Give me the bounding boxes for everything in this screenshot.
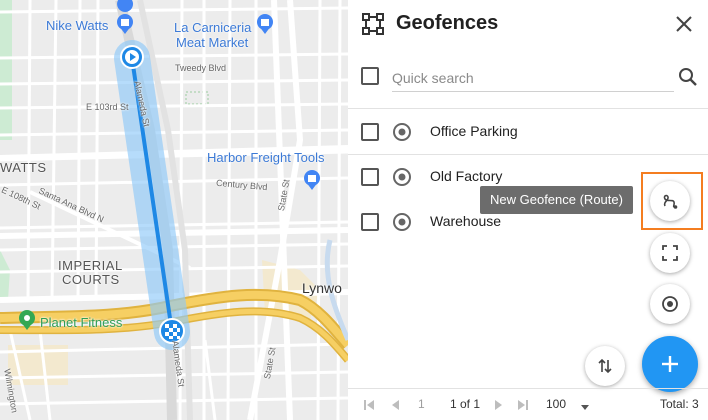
circle-geofence-icon xyxy=(393,168,411,186)
next-page-icon[interactable] xyxy=(492,398,506,412)
new-route-geofence-button[interactable] xyxy=(650,181,690,221)
search-underline xyxy=(392,91,674,92)
fullscreen-button[interactable] xyxy=(650,233,690,273)
search-row xyxy=(348,58,708,98)
total-count: Total: 3 xyxy=(660,397,699,411)
item-checkbox[interactable] xyxy=(361,123,379,141)
route-icon xyxy=(663,194,678,209)
chevron-down-icon[interactable] xyxy=(578,400,592,414)
street-label-e103: E 103rd St xyxy=(86,102,129,112)
circle-geofence-icon xyxy=(393,123,411,141)
street-label-tweedy: Tweedy Blvd xyxy=(175,63,227,73)
target-icon xyxy=(662,296,678,312)
item-checkbox[interactable] xyxy=(361,213,379,231)
panel-title: Geofences xyxy=(396,12,499,34)
new-circle-geofence-button[interactable] xyxy=(650,284,690,324)
route-tooltip: New Geofence (Route) xyxy=(480,186,633,214)
poi-label-planet-fitness: Planet Fitness xyxy=(40,315,123,330)
page-size-select[interactable]: 100 xyxy=(546,397,566,411)
sort-icon xyxy=(598,358,612,374)
city-label-lynwood: Lynwo xyxy=(302,280,342,296)
item-name: Old Factory xyxy=(430,168,503,184)
geofence-polygon-icon xyxy=(362,13,384,35)
quick-search-input[interactable] xyxy=(392,66,668,90)
select-all-checkbox[interactable] xyxy=(361,67,379,85)
panel-header: Geofences xyxy=(348,0,708,50)
search-icon[interactable] xyxy=(678,67,698,87)
footer-divider xyxy=(348,388,708,389)
map-view[interactable]: Nike Watts La Carniceria Meat Market Har… xyxy=(0,0,348,420)
item-name: Warehouse xyxy=(430,213,502,229)
list-item[interactable]: Office Parking xyxy=(348,110,708,154)
close-icon[interactable] xyxy=(674,14,694,34)
poi-label-carniceria-line2: Meat Market xyxy=(176,35,249,50)
add-geofence-button[interactable] xyxy=(642,336,698,392)
poi-label-nike: Nike Watts xyxy=(46,18,109,33)
item-checkbox[interactable] xyxy=(361,168,379,186)
page-input[interactable]: 1 xyxy=(418,397,425,411)
first-page-icon[interactable] xyxy=(362,398,376,412)
list-divider xyxy=(348,108,708,109)
item-name: Office Parking xyxy=(430,123,518,139)
page-of-label: 1 of 1 xyxy=(450,397,481,411)
prev-page-icon[interactable] xyxy=(388,398,402,412)
sort-button[interactable] xyxy=(585,346,625,386)
fullscreen-icon xyxy=(662,245,678,261)
last-page-icon[interactable] xyxy=(516,398,530,412)
circle-geofence-icon xyxy=(393,213,411,231)
area-label-watts: WATTS xyxy=(0,160,47,175)
area-label-courts: COURTS xyxy=(62,272,120,287)
poi-label-carniceria: La Carniceria xyxy=(174,20,252,35)
poi-label-harbor: Harbor Freight Tools xyxy=(207,150,325,165)
add-icon xyxy=(662,356,678,372)
area-label-imperial: IMPERIAL xyxy=(58,258,123,273)
